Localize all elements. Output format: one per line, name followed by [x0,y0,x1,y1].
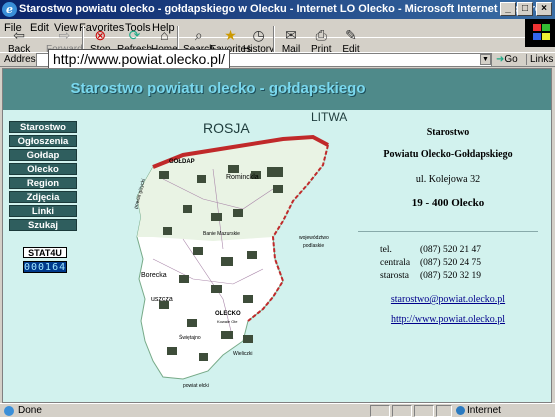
address-dropdown-icon[interactable]: ▼ [480,54,491,65]
sidebar-nav: Starostwo Ogłoszenia Gołdap Olecko Regio… [9,121,77,233]
map-label-wieliczki: Wieliczki [233,351,252,357]
windows-logo-icon [525,19,555,47]
print-button[interactable]: ⎙ Print [311,27,332,55]
page-content: Starostwo powiatu olecko - gołdapskiego … [2,68,552,403]
map-label-rominckla: Rominckla [226,174,259,181]
links-button[interactable]: Links [526,54,553,65]
mail-icon: ✉ [285,27,297,43]
website-row: http://www.powiat.olecko.pl [353,314,543,325]
maximize-button[interactable]: □ [517,2,533,16]
stat-counter[interactable]: STAT4U 000164 [23,247,67,273]
map-label-olecko: OLECKO [215,311,241,317]
contact-value: (087) 520 21 47 [420,245,481,255]
status-pane [436,405,452,417]
toolbar-separator [273,26,275,52]
nav-zdjecia[interactable]: Zdjęcia [9,191,77,203]
divider [358,231,538,232]
minimize-button[interactable]: _ [500,2,516,16]
status-pane [370,405,390,417]
ie-logo-icon: e [2,2,17,17]
contact-label: starosta [380,271,410,281]
window-title: Starostwo powiatu olecko - gołdapskiego … [19,3,546,15]
org-name-line2: Powiatu Olecko-Gołdapskiego [383,149,513,160]
map-label-goldap: GOŁDAP [169,159,195,165]
map-label-wojewodztwo: województwo [299,235,329,241]
go-button[interactable]: ➜Go [496,54,518,65]
home-icon: ⌂ [160,27,169,43]
visit-count: 000164 [23,261,67,273]
status-pane [392,405,412,417]
org-name: Starostwo [426,127,470,138]
status-bar: Done Internet [0,403,555,417]
nav-linki[interactable]: Linki [9,205,77,217]
status-text: Done [18,405,42,416]
contact-value: (087) 520 24 75 [420,258,481,268]
go-label: Go [504,54,518,65]
map-label-banie: Banie Mazurskie [203,231,240,237]
address-url[interactable]: http://www.powiat.olecko.pl/ [48,49,230,69]
banner-title: Starostwo powiatu olecko - gołdapskiego [70,80,366,97]
stat4u-label: STAT4U [23,247,67,258]
edit-icon: ✎ [345,27,357,43]
street-address: ul. Kolejowa 32 [415,174,481,185]
refresh-icon: ⟳ [128,27,141,43]
forward-arrow-icon: ⇨ [58,27,71,43]
history-button[interactable]: ◷ History [243,27,274,55]
window-titlebar: e Starostwo powiatu olecko - gołdapskieg… [0,0,555,19]
contact-row-starosta: starosta (087) 520 32 19 [380,271,481,281]
close-button[interactable]: × [536,2,552,16]
back-arrow-icon: ⇦ [13,27,25,43]
map-label-podlaskie: podlaskie [303,243,324,249]
contact-row-centrala: centrala (087) 520 24 75 [380,258,481,268]
postal-address: 19 - 400 Olecko [411,197,485,209]
print-icon: ⎙ [315,27,327,43]
email-link[interactable]: starostwo@powiat.olecko.pl [391,294,505,305]
nav-szukaj[interactable]: Szukaj [9,219,77,231]
map-label-litwa: LITWA [311,110,347,124]
page-done-icon [4,406,14,416]
mail-button[interactable]: ✉ Mail [281,27,301,55]
email-row: starostwo@powiat.olecko.pl [353,294,543,305]
search-icon: ⌕ [194,27,203,43]
nav-olecko[interactable]: Olecko [9,163,77,175]
contact-row-tel: tel. (087) 520 21 47 [380,245,481,255]
stop-icon: ⊗ [94,27,107,43]
favorites-star-icon: ★ [224,27,237,43]
address-bar: Address http://www.powiat.olecko.pl/ ▼ ➜… [0,49,555,69]
map-label-powiat-elcki: powiat ełcki [183,383,209,389]
security-zone: Internet [467,405,501,416]
map-label-borecka: Borecka [141,272,167,279]
contact-label: tel. [380,245,392,255]
internet-zone-icon [456,406,465,415]
page-banner: Starostwo powiatu olecko - gołdapskiego [3,69,551,110]
contact-value: (087) 520 32 19 [420,271,481,281]
map-label-rosja: ROSJA [203,120,250,136]
county-map[interactable]: ROSJA LITWA GOŁDAP Rominckla Banie Mazur… [123,109,363,391]
edit-button[interactable]: ✎ Edit [341,27,361,55]
history-icon: ◷ [252,27,265,43]
map-label-swietajno: Świętajno [179,333,201,341]
map-label-kowale: Kowale Ole [217,319,238,324]
contact-label: centrala [380,258,411,268]
map-label-puszcza: uszcza [151,296,173,303]
status-pane [414,405,434,417]
nav-goldap[interactable]: Gołdap [9,149,77,161]
website-link[interactable]: http://www.powiat.olecko.pl [391,314,505,325]
nav-region[interactable]: Region [9,177,77,189]
goldap-district [137,137,328,241]
nav-starostwo[interactable]: Starostwo [9,121,77,133]
back-button[interactable]: ⇦ Back [8,27,30,55]
nav-ogloszenia[interactable]: Ogłoszenia [9,135,77,147]
